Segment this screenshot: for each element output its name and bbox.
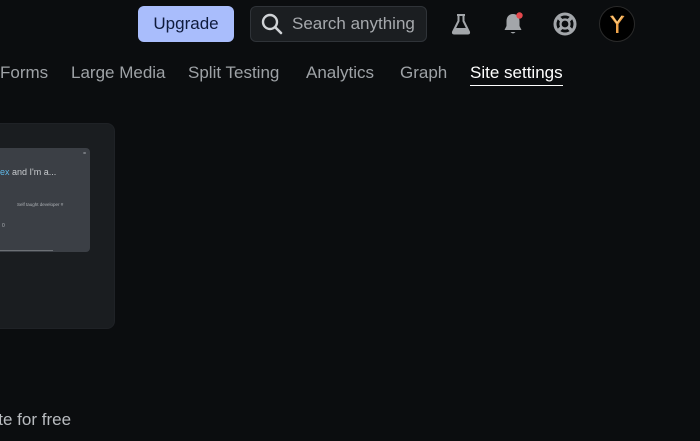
user-avatar[interactable] xyxy=(599,6,635,42)
search-placeholder: Search anything xyxy=(292,14,415,33)
upgrade-button[interactable]: Upgrade xyxy=(138,6,234,42)
lifebuoy-icon[interactable] xyxy=(551,10,579,38)
tab-forms[interactable]: Forms xyxy=(0,62,48,84)
thumbnail-divider xyxy=(0,250,53,251)
search-icon xyxy=(261,13,283,35)
page: Upgrade Search anything Forms Large Medi… xyxy=(0,0,700,441)
bell-icon[interactable] xyxy=(499,10,527,38)
thumbnail-stat: 0 xyxy=(2,223,5,229)
notification-dot xyxy=(516,12,523,19)
thumbnail-subtext: Self taught developer # xyxy=(17,202,64,207)
thumbnail-headline: ex and I'm a... xyxy=(0,167,57,177)
tab-analytics[interactable]: Analytics xyxy=(306,62,374,84)
site-thumbnail[interactable]: = ex and I'm a... Self taught developer … xyxy=(0,148,90,252)
tab-large-media[interactable]: Large Media xyxy=(71,62,166,84)
thumbnail-menu-icon: = xyxy=(83,151,86,157)
tab-split-testing[interactable]: Split Testing xyxy=(188,62,279,84)
footer-cta-text: site for free xyxy=(0,410,72,429)
flask-icon[interactable] xyxy=(447,10,475,38)
search-input[interactable]: Search anything xyxy=(250,6,427,42)
tab-graph[interactable]: Graph xyxy=(400,62,447,84)
tab-site-settings[interactable]: Site settings xyxy=(470,62,563,86)
